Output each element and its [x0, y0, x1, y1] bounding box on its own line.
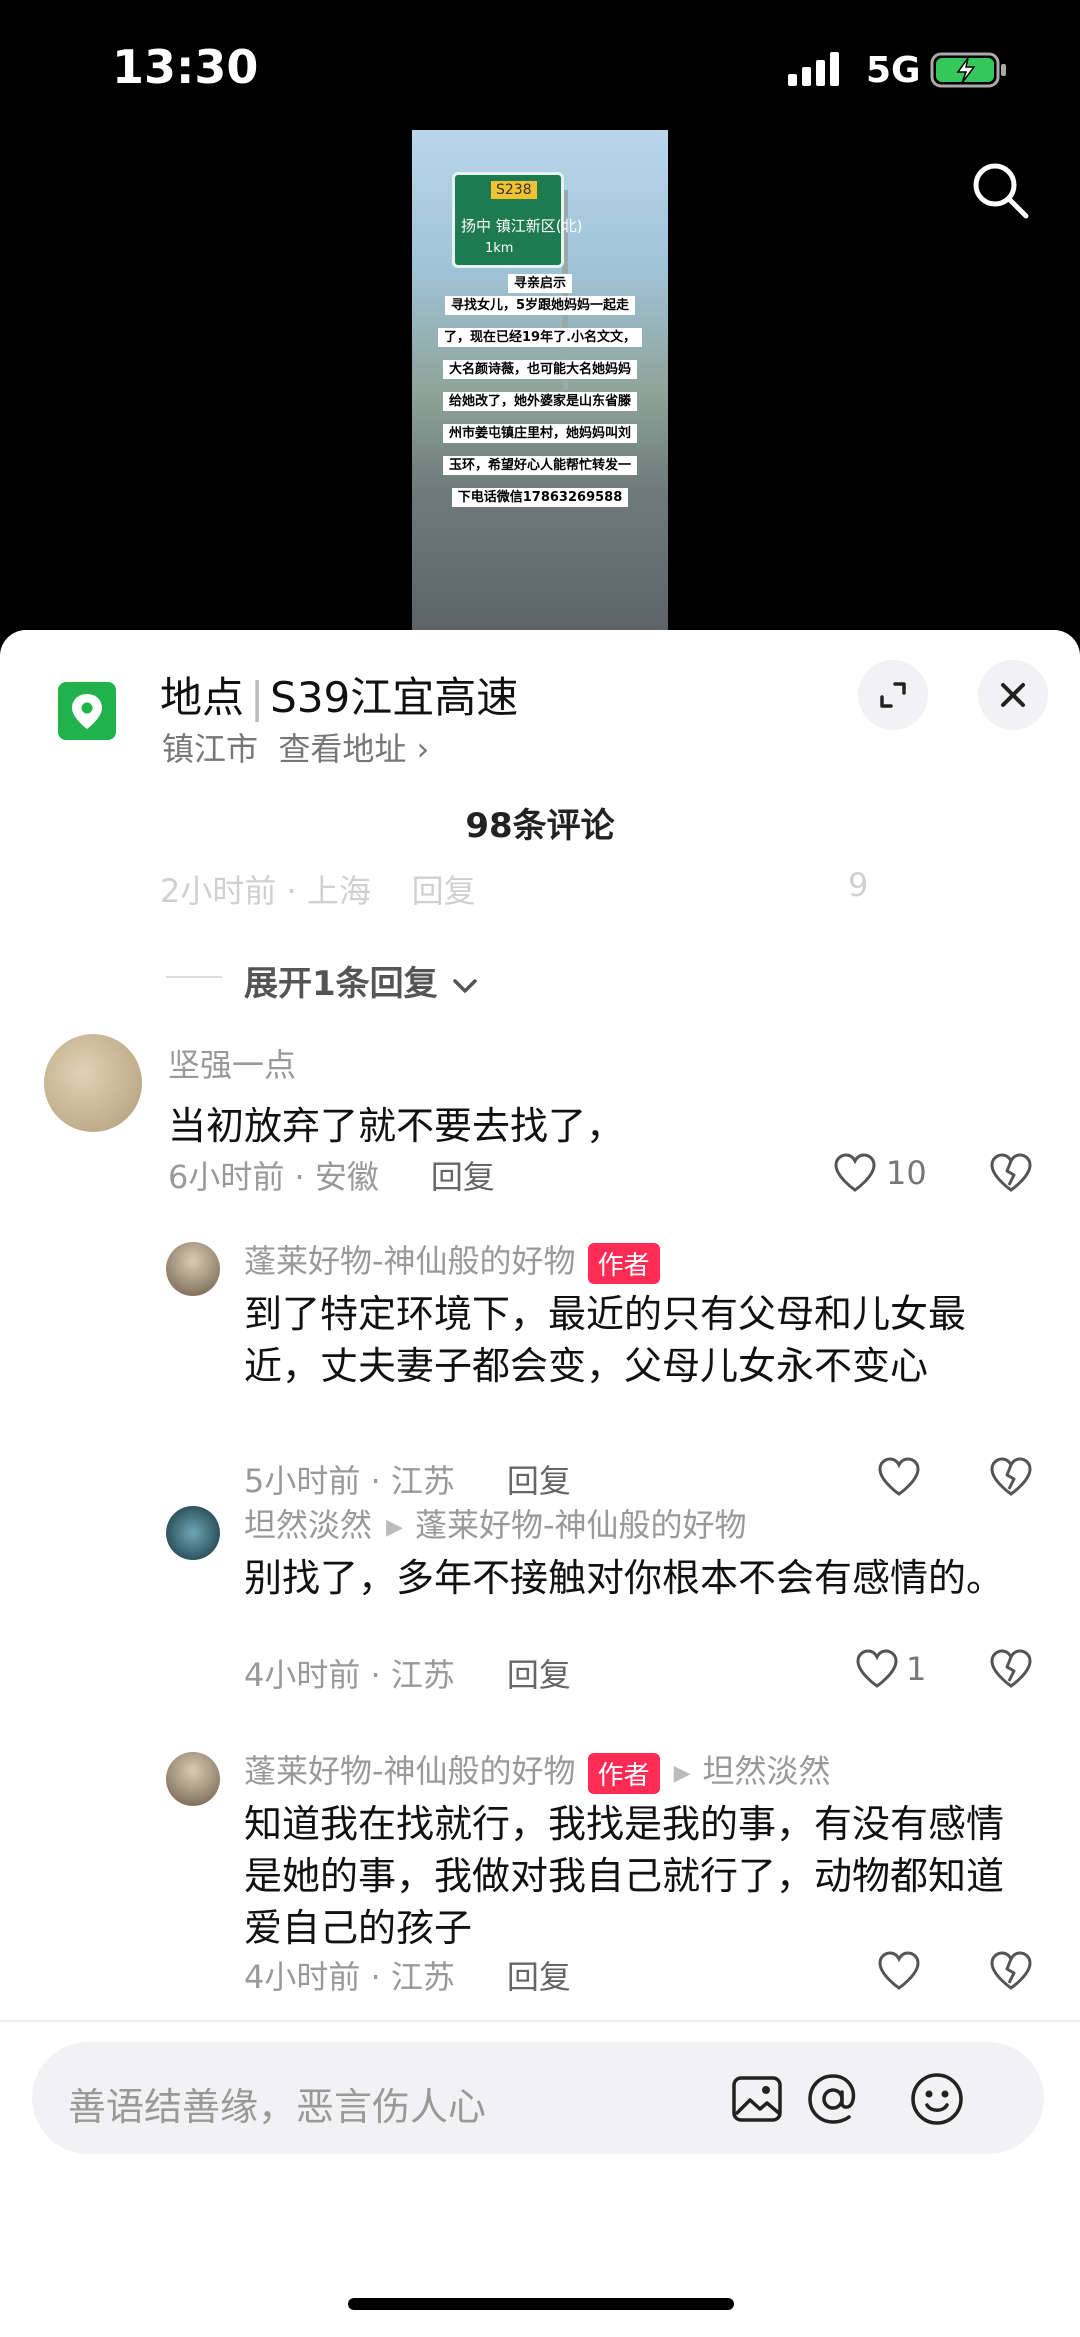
reply-to-arrow-icon: ▶	[673, 1760, 691, 1786]
expand-replies-button[interactable]: 展开1条回复	[244, 956, 480, 1005]
overlay-line: 下电话微信17863269588	[420, 484, 660, 516]
dislike-heart-icon[interactable]	[988, 1456, 1034, 1498]
overlay-line: 寻找女儿，5岁跟她妈妈一起走	[420, 292, 660, 324]
heart-icon[interactable]	[854, 1648, 900, 1690]
reply-to-arrow-icon: ▶	[386, 1514, 403, 1540]
overlay-line: 大名颜诗薇，也可能大名她妈妈	[420, 356, 660, 388]
comment-text: 当初放弃了就不要去找了，	[168, 1104, 625, 1148]
divider	[166, 976, 222, 978]
location-subtitle[interactable]: 镇江市 查看地址 ›	[162, 724, 429, 770]
dislike-heart-icon[interactable]	[988, 1152, 1034, 1194]
highway-sign: S238 扬中 镇江新区(北) 1km	[452, 172, 582, 268]
video-preview[interactable]: S238 扬中 镇江新区(北) 1km 寻亲启示 寻找女儿，5岁跟她妈妈一起走 …	[412, 130, 668, 630]
overlay-text: 寻找女儿，5岁跟她妈妈一起走 了，现在已经19年了.小名文文， 大名颜诗薇，也可…	[420, 292, 660, 516]
sign-text: 扬中 镇江新区(北)	[461, 217, 583, 235]
avatar[interactable]	[166, 1506, 220, 1560]
like-count: 1	[906, 1650, 927, 1688]
faded-comment-meta: 2小时前 · 上海 回复	[160, 872, 476, 910]
reply-meta: 5小时前 · 江苏 回复	[244, 1462, 571, 1500]
image-icon[interactable]	[730, 2072, 784, 2126]
dislike-heart-icon[interactable]	[988, 1950, 1034, 1992]
reply-username[interactable]: 坦然淡然 ▶ 蓬莱好物-神仙般的好物	[244, 1500, 747, 1546]
sign-code: S238	[491, 181, 537, 199]
reply-username[interactable]: 蓬莱好物-神仙般的好物 作者	[244, 1236, 660, 1284]
author-badge: 作者	[587, 1752, 660, 1794]
expand-button[interactable]	[858, 660, 928, 730]
comment-input[interactable]: 善语结善缘，恶言伤人心	[32, 2042, 1044, 2154]
search-icon[interactable]	[968, 158, 1032, 222]
overlay-line: 玉环，希望好心人能帮忙转发一	[420, 452, 660, 484]
faded-like-count: 9	[848, 866, 869, 904]
comments-count: 98条评论	[465, 806, 615, 846]
reply-button[interactable]: 回复	[431, 1158, 495, 1196]
author-badge: 作者	[587, 1242, 660, 1284]
reply-username[interactable]: 蓬莱好物-神仙般的好物 作者 ▶ 坦然淡然	[244, 1746, 831, 1794]
reply-button[interactable]: 回复	[507, 1958, 571, 1996]
divider	[0, 2020, 1080, 2022]
battery-icon	[930, 52, 1006, 88]
status-time: 13:30	[112, 40, 259, 94]
comment-input-placeholder: 善语结善缘，恶言伤人心	[68, 2085, 487, 2129]
reply-text: 别找了，多年不接触对你根本不会有感情的。	[244, 1556, 1005, 1600]
view-address-link: 查看地址 ›	[278, 730, 430, 768]
heart-icon[interactable]	[876, 1456, 922, 1498]
comment-meta: 6小时前 · 安徽 回复	[168, 1158, 495, 1196]
reply-button[interactable]: 回复	[507, 1656, 571, 1694]
at-icon[interactable]	[804, 2070, 862, 2128]
dislike-heart-icon[interactable]	[988, 1648, 1034, 1690]
reply-text: 到了特定环境下，最近的只有父母和儿女最近，丈夫妻子都会变，父母儿女永不变心	[244, 1292, 967, 1388]
signal-icon	[788, 52, 839, 86]
avatar[interactable]	[166, 1242, 220, 1296]
network-type: 5G	[866, 50, 921, 91]
overlay-line: 给她改了，她外婆家是山东省滕	[420, 388, 660, 420]
comment-username[interactable]: 坚强一点	[168, 1040, 296, 1086]
reply-text: 知道我在找就行，我找是我的事，有没有感情是她的事，我做对我自己就行了，动物都知道…	[244, 1802, 1005, 1950]
overlay-line: 了，现在已经19年了.小名文文，	[420, 324, 660, 356]
close-icon	[1001, 683, 1025, 707]
heart-icon[interactable]	[876, 1950, 922, 1992]
reply-meta: 4小时前 · 江苏 回复	[244, 1656, 571, 1694]
heart-icon[interactable]	[832, 1152, 878, 1194]
chevron-down-icon	[452, 978, 477, 993]
close-button[interactable]	[978, 660, 1048, 730]
sign-distance: 1km	[485, 241, 514, 256]
avatar[interactable]	[166, 1752, 220, 1806]
overlay-line: 州市姜屯镇庄里村，她妈妈叫刘	[420, 420, 660, 452]
emoji-icon[interactable]	[908, 2070, 966, 2128]
location-pin-icon[interactable]	[58, 682, 116, 740]
reply-button[interactable]: 回复	[507, 1462, 571, 1500]
home-indicator[interactable]	[348, 2298, 734, 2310]
location-title[interactable]: 地点 | S39江宜高速	[160, 664, 518, 725]
avatar[interactable]	[44, 1034, 142, 1132]
reply-meta: 4小时前 · 江苏 回复	[244, 1958, 571, 1996]
expand-icon	[880, 682, 906, 708]
like-count: 10	[886, 1154, 927, 1192]
comments-sheet: 地点 | S39江宜高速 镇江市 查看地址 › 98条评论 2小时前 · 上海 回复…	[0, 630, 1080, 2337]
